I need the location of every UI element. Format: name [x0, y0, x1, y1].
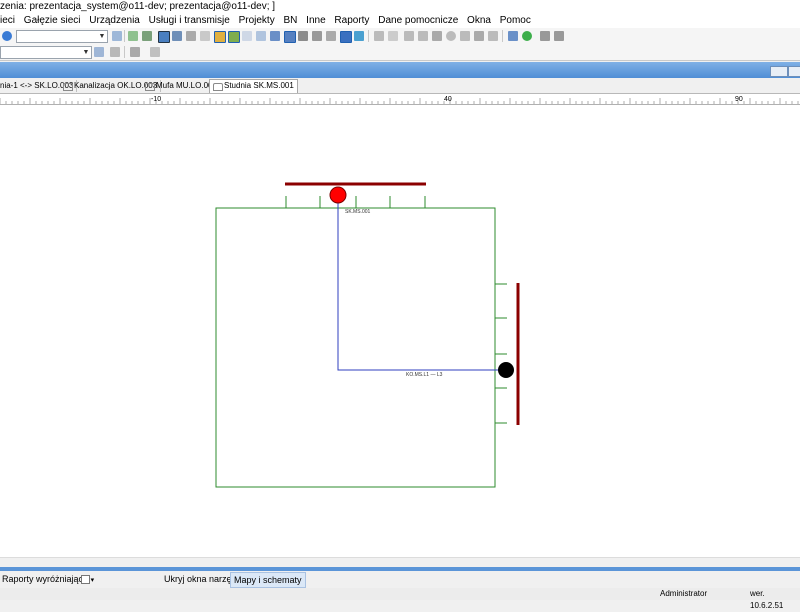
right-entry-points	[495, 283, 507, 424]
menu-bar: ieci Gałęzie sieci Urządzenia Usługi i t…	[0, 14, 800, 28]
table-icon[interactable]	[158, 31, 170, 43]
cable-route[interactable]	[337, 195, 506, 371]
manhole-label: SK.MS.001	[345, 209, 371, 215]
status-icon[interactable]	[522, 31, 532, 41]
menu-item-projekty[interactable]: Projekty	[239, 15, 275, 26]
black-port-node[interactable]	[498, 362, 514, 378]
top-entry-points	[285, 196, 426, 208]
compass-icon[interactable]	[540, 31, 550, 41]
binoculars-icon[interactable]	[172, 31, 182, 41]
menu-item-dane[interactable]: Dane pomocnicze	[378, 15, 458, 26]
window-title-text: zenia: prezentacja_system@o11-dev; preze…	[0, 1, 276, 12]
image-icon[interactable]	[228, 31, 240, 43]
reports-label: Raporty wyróżniające	[2, 574, 89, 584]
print-icon[interactable]	[186, 31, 196, 41]
diagram-canvas[interactable]: SK.MS.001 KO.MS.L1 — L3	[0, 105, 800, 557]
save-icon[interactable]	[488, 31, 498, 41]
copy-icon[interactable]	[200, 31, 210, 41]
highlight-icon[interactable]	[214, 31, 226, 43]
style-combo[interactable]: ▼	[0, 46, 92, 59]
tag-icon[interactable]	[130, 47, 140, 57]
tab-label: Studnia SK.MS.001	[224, 81, 294, 90]
map-icon[interactable]	[142, 31, 152, 41]
chevron-down-icon: ▼	[82, 49, 90, 56]
document-tabs: nia-1 <-> SK.LO.003 Kanalizacja OK.LO.00…	[0, 78, 800, 94]
corner-icon[interactable]	[312, 31, 322, 41]
stack-icon[interactable]	[474, 31, 484, 41]
circle-icon[interactable]	[446, 31, 456, 41]
toolbar-divider	[124, 46, 125, 58]
tab-maps-schemes[interactable]: Mapy i schematy	[230, 572, 306, 588]
list-icon[interactable]	[270, 31, 280, 41]
horizontal-ruler: -10 40 90	[0, 94, 800, 105]
ruler-label: -10	[151, 96, 161, 103]
menu-item-raporty[interactable]: Raporty	[334, 15, 369, 26]
ruler-label: 90	[735, 96, 743, 103]
toolbar-divider	[502, 30, 503, 42]
chevron-down-icon: ▼	[98, 33, 106, 40]
delete-icon[interactable]	[432, 31, 442, 41]
tab-studnia[interactable]: Studnia SK.MS.001	[209, 79, 298, 93]
close-icon[interactable]	[150, 47, 160, 57]
frame-icon[interactable]	[298, 31, 308, 41]
main-toolbar: ▼	[0, 28, 800, 45]
cable-label: KO.MS.L1 — L3	[406, 372, 443, 378]
expand-icon[interactable]	[326, 31, 336, 41]
box-icon[interactable]	[460, 31, 470, 41]
manhole-icon	[213, 83, 223, 91]
select-icon[interactable]	[284, 31, 296, 43]
menu-item-inne[interactable]: Inne	[306, 15, 325, 26]
status-bar: Administrator wer. 10.6.2.51	[0, 588, 800, 610]
menu-item-pomoc[interactable]: Pomoc	[500, 15, 531, 26]
manhole-diagram: SK.MS.001 KO.MS.L1 — L3	[215, 182, 520, 488]
route-icon[interactable]	[508, 31, 518, 41]
secondary-toolbar: ▼	[0, 44, 800, 61]
manhole-icon	[63, 83, 73, 91]
manhole-icon	[145, 83, 155, 91]
document-header-band	[0, 62, 800, 78]
search-icon[interactable]	[2, 31, 12, 41]
restore-button[interactable]	[788, 66, 800, 77]
toolbar-divider	[124, 30, 125, 42]
pen-icon[interactable]	[388, 31, 398, 41]
app-version: wer. 10.6.2.51	[750, 589, 784, 610]
checkbox[interactable]	[81, 575, 90, 584]
user-name: Administrator	[660, 589, 708, 598]
window-icon[interactable]	[256, 31, 266, 41]
layers-icon[interactable]	[112, 31, 122, 41]
globe-icon[interactable]	[128, 31, 138, 41]
measure-icon[interactable]	[340, 31, 352, 43]
menu-item-okna[interactable]: Okna	[467, 15, 491, 26]
menu-item-urzadzenia[interactable]: Urządzenia	[89, 15, 140, 26]
menu-item-sieci[interactable]: ieci	[0, 15, 15, 26]
menu-item-galezie[interactable]: Gałęzie sieci	[24, 15, 81, 26]
bottom-panel-bar: Raporty wyróżniające ▾ Ukryj okna narzęd…	[0, 571, 800, 589]
ruler-label: 40	[444, 96, 452, 103]
tab-label: Mufa MU.LO.002	[156, 81, 217, 90]
minimize-button[interactable]	[770, 66, 788, 77]
window-title: zenia: prezentacja_system@o11-dev; preze…	[0, 0, 800, 14]
grid-icon[interactable]	[242, 31, 252, 41]
red-port-node[interactable]	[329, 186, 347, 204]
fit-icon[interactable]	[354, 31, 364, 41]
menu-item-uslugi[interactable]: Usługi i transmisje	[149, 15, 230, 26]
menu-item-bn[interactable]: BN	[283, 15, 297, 26]
edit-icon[interactable]	[374, 31, 384, 41]
ruler-ticks: -10 40 90	[0, 96, 799, 104]
chevron-down-icon: ▾	[90, 577, 95, 584]
line-icon[interactable]	[94, 47, 104, 57]
toolbar-divider	[368, 30, 369, 42]
pointer-icon[interactable]	[110, 47, 120, 57]
layer-combo[interactable]: ▼	[16, 30, 108, 43]
node-icon[interactable]	[404, 31, 414, 41]
tool-icon[interactable]	[554, 31, 564, 41]
manhole-frame[interactable]	[215, 207, 496, 488]
split-icon[interactable]	[418, 31, 428, 41]
